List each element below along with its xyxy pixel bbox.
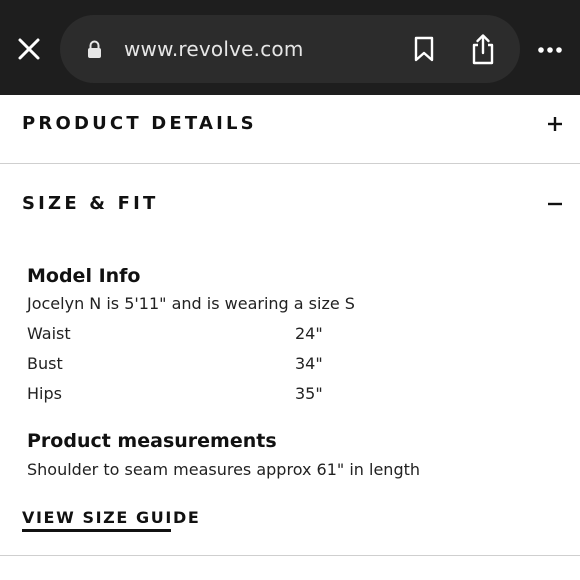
measurement-label-waist: Waist [27, 324, 71, 343]
close-icon[interactable] [16, 36, 42, 62]
measurement-label-bust: Bust [27, 354, 63, 373]
size-fit-title: SIZE & FIT [22, 193, 159, 214]
divider [0, 555, 580, 556]
size-guide-underline [22, 529, 171, 532]
divider [0, 163, 580, 164]
address-bar[interactable]: www.revolve.com [60, 15, 520, 83]
bookmark-icon[interactable] [413, 36, 435, 62]
url-text[interactable]: www.revolve.com [124, 35, 304, 63]
model-info-heading: Model Info [27, 265, 141, 287]
measurement-value-bust: 34" [295, 354, 323, 373]
product-measurements-heading: Product measurements [27, 430, 277, 452]
browser-toolbar: www.revolve.com [0, 0, 580, 95]
measurement-label-hips: Hips [27, 384, 62, 403]
accordion-product-details[interactable]: PRODUCT DETAILS [0, 95, 580, 153]
view-size-guide-link[interactable]: VIEW SIZE GUIDE [22, 508, 200, 527]
minus-icon[interactable] [544, 193, 566, 215]
measurement-value-hips: 35" [295, 384, 323, 403]
share-icon[interactable] [470, 33, 496, 65]
model-info-description: Jocelyn N is 5'11" and is wearing a size… [27, 294, 355, 313]
lock-icon [87, 40, 102, 58]
plus-icon[interactable] [544, 113, 566, 135]
more-icon[interactable] [538, 41, 564, 53]
measurement-value-waist: 24" [295, 324, 323, 343]
accordion-size-fit[interactable]: SIZE & FIT [0, 175, 580, 233]
product-measurements-description: Shoulder to seam measures approx 61" in … [27, 460, 421, 479]
product-details-title: PRODUCT DETAILS [22, 113, 257, 134]
